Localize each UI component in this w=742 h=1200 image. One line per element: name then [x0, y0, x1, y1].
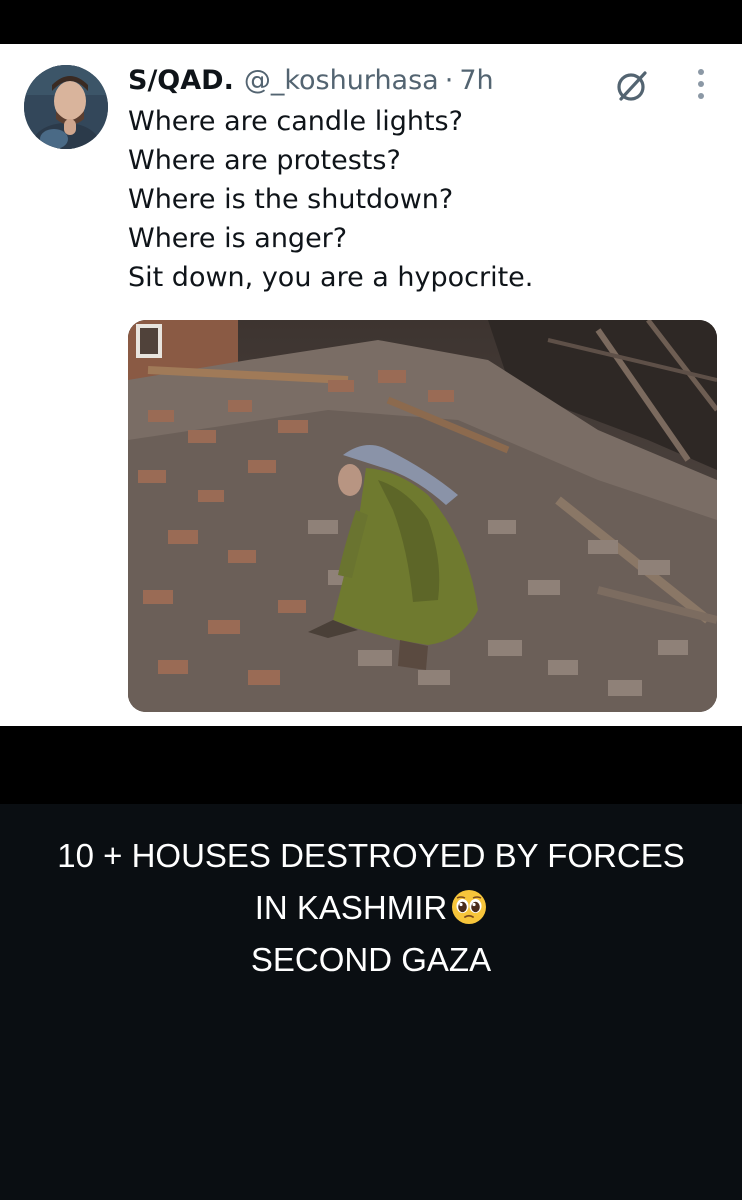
tweet-line: Where are protests?	[128, 145, 401, 176]
tweet-text: Where are candle lights? Where are prote…	[128, 102, 708, 297]
caption-line-2: IN KASHMIR	[0, 882, 742, 934]
avatar-image	[24, 65, 108, 149]
tweet-photo[interactable]	[128, 320, 717, 712]
overlay-caption: 10 + HOUSES DESTROYED BY FORCES IN KASHM…	[0, 830, 742, 986]
author-handle[interactable]: @_koshurhasa	[244, 64, 439, 98]
tweet-line: Sit down, you are a hypocrite.	[128, 262, 534, 293]
tweet-card[interactable]: S/QAD. @_koshurhasa · 7h Where are candl…	[0, 44, 742, 726]
caption-line-2-text: IN KASHMIR	[254, 889, 448, 926]
more-options-icon[interactable]	[688, 66, 714, 102]
timestamp[interactable]: 7h	[459, 64, 493, 98]
tweet-header: S/QAD. @_koshurhasa · 7h	[128, 64, 494, 98]
avatar[interactable]	[24, 65, 108, 149]
separator-dot: ·	[444, 65, 454, 96]
caption-line-3: SECOND GAZA	[250, 941, 492, 978]
top-black-bar	[0, 0, 742, 44]
tweet-line: Where is anger?	[128, 223, 348, 254]
pleading-face-emoji	[451, 888, 487, 924]
rubble-photo	[128, 320, 717, 712]
grok-icon[interactable]	[612, 66, 652, 106]
author-name[interactable]: S/QAD.	[128, 64, 234, 98]
caption-line-1: 10 + HOUSES DESTROYED BY FORCES	[57, 837, 685, 874]
tweet-line: Where are candle lights?	[128, 106, 463, 137]
tweet-line: Where is the shutdown?	[128, 184, 454, 215]
